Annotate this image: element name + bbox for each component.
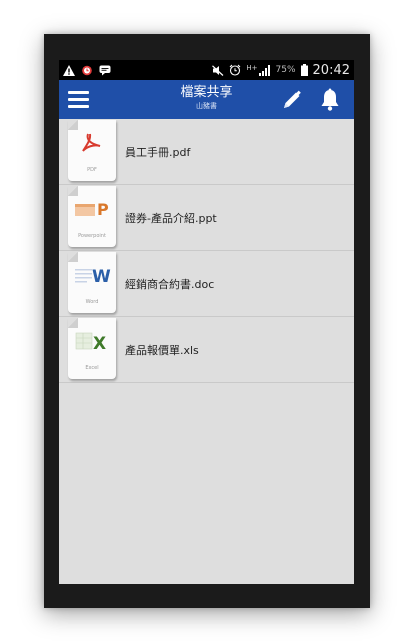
file-name: 證券-產品介紹.ppt: [125, 211, 217, 225]
network-type: H+: [246, 63, 258, 72]
file-type-label: Powerpoint: [78, 233, 106, 239]
status-time: 20:42: [312, 62, 350, 78]
file-item-pdf[interactable]: PDF 員工手冊.pdf: [59, 119, 354, 185]
alarm-clock-icon: [81, 64, 93, 76]
file-type-label: PDF: [87, 167, 97, 173]
powerpoint-icon: P: [68, 198, 116, 220]
bell-icon[interactable]: [318, 88, 342, 112]
file-item-excel[interactable]: X Excel 產品報價單.xls: [59, 317, 354, 383]
warning-icon: [63, 64, 75, 76]
file-list: PDF 員工手冊.pdf P Powerpoint 證券-產品介紹.ppt W …: [59, 119, 354, 383]
battery-icon: [300, 64, 308, 76]
status-bar: H+ 75% 20:42: [59, 60, 354, 80]
file-item-word[interactable]: W Word 經銷商合約書.doc: [59, 251, 354, 317]
app-bar: 檔案共享 山豬書: [59, 80, 354, 119]
word-thumbnail: W Word: [68, 252, 116, 313]
mute-icon: [212, 64, 224, 76]
message-icon: [99, 65, 111, 76]
pdf-icon: [68, 132, 116, 154]
alarm-icon: [229, 64, 241, 76]
menu-icon[interactable]: [59, 80, 99, 119]
file-type-label: Excel: [85, 365, 99, 371]
svg-text:W: W: [92, 267, 111, 286]
file-type-label: Word: [85, 299, 99, 305]
word-icon: W: [68, 264, 116, 286]
powerpoint-thumbnail: P Powerpoint: [68, 186, 116, 247]
file-name: 經銷商合約書.doc: [125, 277, 215, 291]
file-item-powerpoint[interactable]: P Powerpoint 證券-產品介紹.ppt: [59, 185, 354, 251]
excel-thumbnail: X Excel: [68, 318, 116, 379]
excel-icon: X: [68, 330, 116, 352]
pdf-thumbnail: PDF: [68, 120, 116, 181]
file-name: 產品報價單.xls: [125, 343, 199, 357]
svg-text:X: X: [93, 334, 106, 352]
battery-percent: 75%: [275, 65, 296, 75]
svg-text:P: P: [97, 200, 109, 219]
edit-pencil-icon[interactable]: [280, 88, 304, 112]
app-screen: H+ 75% 20:42 檔案共享 山豬書 PDF 員工手冊.pdf P Pow…: [59, 60, 354, 584]
file-name: 員工手冊.pdf: [125, 145, 191, 159]
signal-icon: H+: [246, 63, 270, 76]
